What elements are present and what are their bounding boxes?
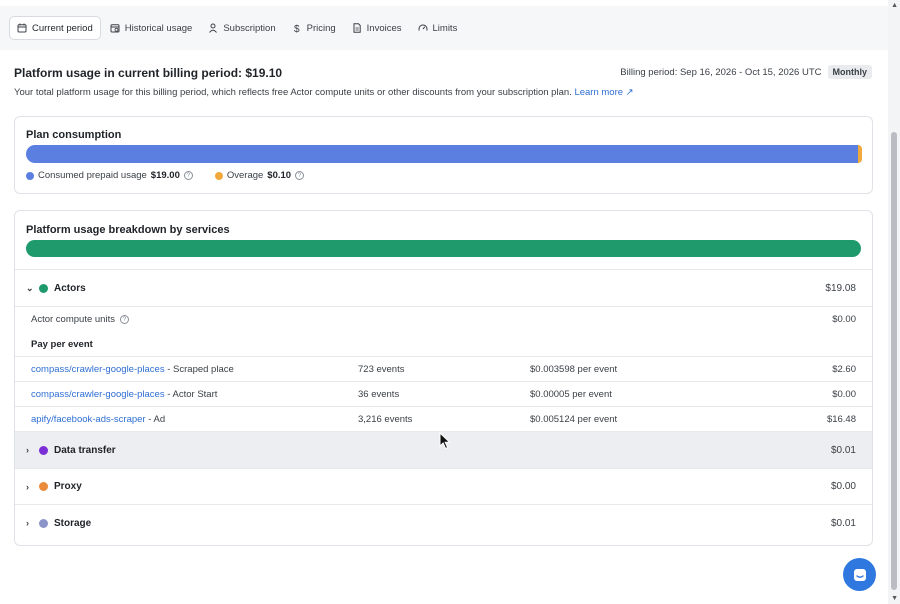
chat-icon xyxy=(853,568,866,581)
pay-per-event-header: Pay per event xyxy=(15,332,872,356)
actor-link[interactable]: apify/facebook-ads-scraper xyxy=(31,414,146,425)
event-count: 3,216 events xyxy=(358,413,413,425)
event-price: $0.005124 per event xyxy=(530,413,618,425)
tab-bar: Current period Historical usage Subscrip… xyxy=(0,6,888,50)
event-amount: $2.60 xyxy=(832,363,856,375)
overage-bar xyxy=(858,145,862,163)
help-icon[interactable]: ? xyxy=(295,171,305,180)
tab-subscription[interactable]: Subscription xyxy=(201,16,282,40)
scrollbar-thumb[interactable] xyxy=(891,132,897,590)
event-amount: $0.00 xyxy=(832,388,856,400)
tab-label: Pricing xyxy=(306,22,336,34)
event-row: compass/crawler-google-places - Actor St… xyxy=(15,381,872,406)
service-amount: $0.00 xyxy=(830,481,856,492)
event-price: $0.00005 per event xyxy=(530,388,612,400)
description-text: Your total platform usage for this billi… xyxy=(14,87,572,98)
service-label: Data transfer xyxy=(54,444,116,456)
event-name: - Actor Start xyxy=(164,388,218,400)
event-name: - Scraped place xyxy=(164,363,234,375)
plan-legend: Consumed prepaid usage $19.00 ? Overage … xyxy=(26,170,305,181)
chevron-right-icon[interactable]: › xyxy=(26,518,36,528)
breakdown-bar xyxy=(26,240,861,257)
page-description: Your total platform usage for this billi… xyxy=(14,87,634,98)
event-count: 36 events xyxy=(358,388,400,400)
prepaid-label: Consumed prepaid usage xyxy=(38,170,147,181)
service-label: Actors xyxy=(54,282,86,294)
page-title: Platform usage in current billing period… xyxy=(14,66,283,80)
billing-period-text: Billing period: Sep 16, 2026 - Oct 15, 2… xyxy=(620,66,822,78)
billing-cycle-badge: Monthly xyxy=(827,65,872,79)
scroll-down-arrow-icon[interactable]: ▼ xyxy=(891,595,898,602)
plan-consumption-card: Plan consumption Consumed prepaid usage … xyxy=(14,116,873,194)
scroll-up-arrow-icon[interactable]: ▲ xyxy=(891,2,898,9)
svg-text:$: $ xyxy=(294,24,300,33)
event-count: 723 events xyxy=(358,363,405,375)
service-label: Proxy xyxy=(54,481,82,492)
chevron-down-icon[interactable]: ⌄ xyxy=(26,283,36,294)
service-dot xyxy=(39,518,48,528)
compute-units-label: Actor compute units xyxy=(31,314,115,325)
tab-limits[interactable]: Limits xyxy=(411,16,465,40)
service-amount: $0.01 xyxy=(830,444,856,456)
tab-current-period[interactable]: Current period xyxy=(9,16,101,40)
tab-pricing[interactable]: $ Pricing xyxy=(285,16,343,40)
event-row: compass/crawler-google-places - Scraped … xyxy=(15,356,872,381)
actor-link[interactable]: compass/crawler-google-places xyxy=(31,364,165,375)
tab-label: Current period xyxy=(32,22,93,34)
service-dot xyxy=(39,283,48,293)
tab-label: Subscription xyxy=(223,22,276,34)
document-icon xyxy=(353,23,361,33)
calendar-history-icon xyxy=(110,24,120,33)
user-icon xyxy=(209,23,218,33)
service-amount: $0.01 xyxy=(830,517,856,529)
learn-more-link[interactable]: Learn more ↗ xyxy=(574,87,633,98)
usage-breakdown-card: Platform usage breakdown by services ⌄ A… xyxy=(14,210,873,546)
service-row-storage[interactable]: › Storage $0.01 xyxy=(15,504,872,541)
chevron-right-icon[interactable]: › xyxy=(26,482,36,492)
billing-period: Billing period: Sep 16, 2026 - Oct 15, 2… xyxy=(620,65,872,79)
plan-consumption-title: Plan consumption xyxy=(26,129,122,141)
calendar-icon xyxy=(17,23,27,33)
actor-link[interactable]: compass/crawler-google-places xyxy=(31,389,165,400)
pay-per-event-label: Pay per event xyxy=(31,338,93,350)
compute-units-row: Actor compute units ? $0.00 xyxy=(15,306,872,332)
tab-invoices[interactable]: Invoices xyxy=(345,16,409,40)
event-amount: $16.48 xyxy=(826,413,856,425)
chat-button[interactable] xyxy=(843,558,876,591)
tab-label: Limits xyxy=(432,22,458,34)
prepaid-usage-bar xyxy=(26,145,858,163)
compute-units-amount: $0.00 xyxy=(832,314,856,325)
service-row-proxy[interactable]: › Proxy $0.00 xyxy=(15,468,872,504)
event-name: - Ad xyxy=(145,413,166,425)
service-dot xyxy=(39,445,48,455)
service-label: Storage xyxy=(54,517,92,529)
service-row-actors[interactable]: ⌄ Actors $19.08 xyxy=(15,269,872,306)
prepaid-value: $19.00 xyxy=(150,170,180,181)
breakdown-title: Platform usage breakdown by services xyxy=(26,224,230,236)
overage-value: $0.10 xyxy=(267,170,292,181)
service-amount: $19.08 xyxy=(825,282,856,294)
gauge-icon xyxy=(418,24,428,31)
event-price: $0.003598 per event xyxy=(530,363,618,375)
help-icon[interactable]: ? xyxy=(183,171,193,180)
help-icon[interactable]: ? xyxy=(119,315,129,324)
chevron-right-icon[interactable]: › xyxy=(26,445,36,455)
tab-historical-usage[interactable]: Historical usage xyxy=(103,16,200,40)
overage-label: Overage xyxy=(226,170,264,181)
overage-dot xyxy=(214,171,223,180)
tab-label: Invoices xyxy=(366,22,402,34)
mouse-cursor-icon xyxy=(439,432,451,450)
service-dot xyxy=(39,482,48,491)
tab-label: Historical usage xyxy=(124,22,193,34)
prepaid-dot xyxy=(26,171,34,180)
scrollbar[interactable]: ▲ ▼ xyxy=(888,0,900,604)
event-row: apify/facebook-ads-scraper - Ad 3,216 ev… xyxy=(15,406,872,431)
dollar-icon: $ xyxy=(294,24,300,33)
